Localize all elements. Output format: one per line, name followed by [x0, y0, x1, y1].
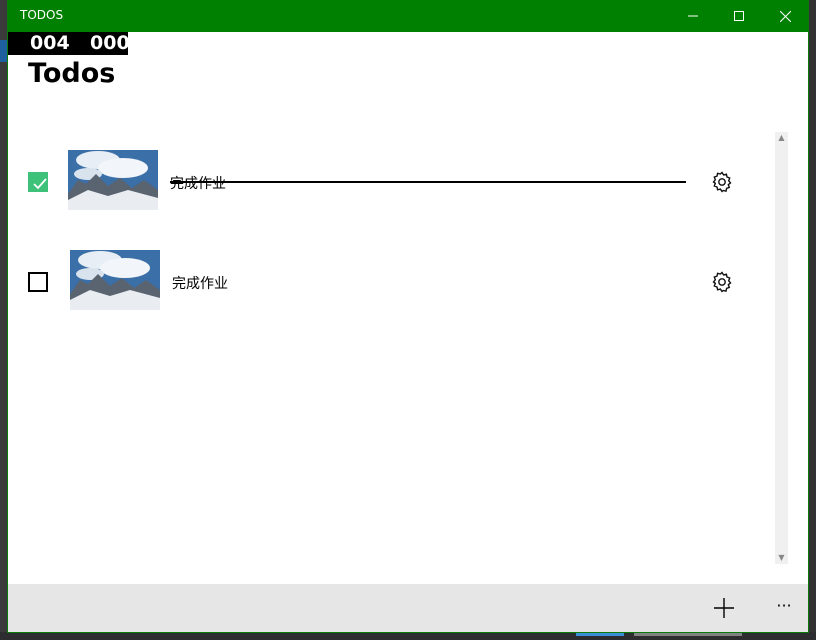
gear-icon[interactable]: [710, 270, 734, 294]
counter-right: 000: [90, 32, 130, 54]
close-icon: [779, 10, 791, 22]
page-title: Todos: [28, 58, 116, 89]
gear-icon[interactable]: [710, 170, 734, 194]
maximize-icon: [734, 11, 744, 21]
title-bar[interactable]: TODOS: [8, 0, 808, 32]
todo-text: 完成作业: [172, 276, 228, 292]
desktop-background-right: [808, 0, 816, 640]
minimize-icon: [688, 15, 698, 17]
desktop-background-left: [0, 0, 8, 640]
frame-counter: 004 000: [8, 32, 130, 55]
counter-left: 004: [30, 32, 70, 54]
desktop-background-accent: [0, 40, 8, 62]
todo-checkbox[interactable]: [28, 272, 48, 292]
mountain-image: [70, 250, 160, 310]
close-button[interactable]: [762, 0, 808, 32]
plus-icon[interactable]: [712, 596, 736, 620]
scroll-up-icon[interactable]: ▲: [775, 132, 788, 144]
strikethrough-line: [170, 181, 686, 183]
checkmark-icon: [33, 178, 47, 190]
desktop-background-bottom: [0, 630, 816, 640]
todo-item[interactable]: 完成作业: [8, 142, 768, 222]
todo-checkbox-checked[interactable]: [28, 172, 48, 192]
todo-text: 完成作业: [170, 176, 226, 192]
maximize-button[interactable]: [716, 0, 762, 32]
todo-item[interactable]: 完成作业: [8, 242, 768, 322]
more-button[interactable]: ···: [772, 596, 796, 620]
app-window: TODOS 004 000 Todos 完成作业 完成作业 ▲ ▼ ···: [8, 0, 808, 632]
app-bar: ···: [8, 584, 808, 632]
scrollbar[interactable]: ▲ ▼: [775, 132, 788, 564]
window-title: TODOS: [20, 8, 64, 22]
mountain-image: [68, 150, 158, 210]
scroll-down-icon[interactable]: ▼: [775, 552, 788, 564]
minimize-button[interactable]: [670, 0, 716, 32]
